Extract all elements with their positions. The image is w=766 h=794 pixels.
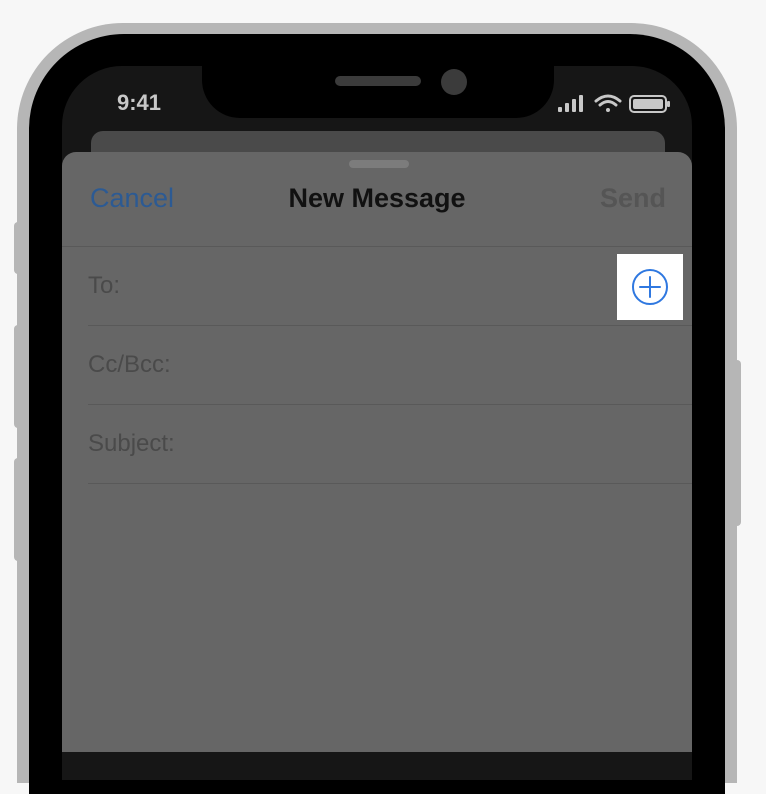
silent-switch — [14, 222, 22, 274]
cellular-signal-icon — [558, 95, 583, 112]
power-button — [733, 360, 741, 526]
cc-bcc-field[interactable]: Cc/Bcc: — [88, 351, 171, 379]
to-field[interactable]: To: — [88, 272, 120, 300]
battery-icon — [629, 95, 670, 113]
sheet-grabber[interactable] — [349, 160, 409, 168]
add-contact-icon — [632, 269, 668, 305]
speaker — [335, 76, 421, 86]
volume-up-button — [14, 325, 22, 428]
notch — [202, 66, 554, 118]
divider — [88, 325, 692, 326]
send-button[interactable]: Send — [600, 183, 666, 214]
header-divider — [62, 246, 692, 247]
page-title: New Message — [288, 183, 466, 213]
message-body[interactable] — [62, 484, 692, 752]
compose-sheet: Cancel New Message Send To: Cc/Bcc: Subj… — [62, 152, 692, 752]
wifi-icon — [594, 94, 622, 112]
status-time: 9:41 — [117, 90, 162, 115]
add-contact-button[interactable] — [617, 254, 683, 320]
divider — [88, 404, 692, 405]
status-icons — [558, 92, 673, 114]
subject-field[interactable]: Subject: — [88, 430, 175, 458]
volume-down-button — [14, 458, 22, 561]
front-camera — [441, 69, 467, 95]
